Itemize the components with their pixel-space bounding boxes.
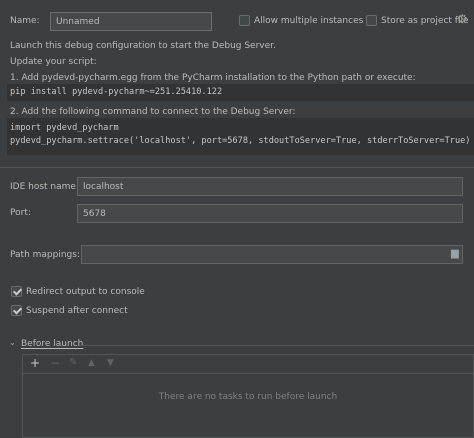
add-icon[interactable]: + [30,357,40,369]
redirect-output-label: Redirect output to console [26,287,145,297]
step2-text: 2. Add the following command to connect … [10,107,296,117]
store-project-checkbox[interactable] [366,15,377,26]
suspend-after-checkbox[interactable] [11,305,22,316]
name-label: Name: [10,16,40,26]
before-launch-toolbar: + − ✎ ▲ ▼ [23,355,473,374]
allow-multiple-checkbox[interactable] [239,15,250,26]
step1-code[interactable]: pip install pydevd-pycharm~=251.25410.12… [10,87,222,97]
path-mappings-input[interactable] [81,245,463,264]
edit-icon[interactable]: ✎ [69,357,77,369]
redirect-output-checkbox[interactable] [11,286,22,297]
step2-code-line2[interactable]: pydevd_pycharm.settrace('localhost', por… [10,136,470,146]
before-launch-label[interactable]: Before launch [21,339,83,349]
divider [0,167,474,168]
suspend-after-label: Suspend after connect [26,306,128,316]
move-down-icon[interactable]: ▼ [107,357,114,369]
step1-code-box: pip install pydevd-pycharm~=251.25410.12… [7,84,474,101]
path-mappings-label: Path mappings: [10,250,80,260]
store-project-label: Store as project file [381,16,469,26]
name-input[interactable]: Unnamed [50,12,212,31]
allow-multiple-label: Allow multiple instances [254,16,364,26]
empty-tasks-text: There are no tasks to run before launch [158,392,338,402]
step1-text: 1. Add pydevd-pycharm.egg from the PyCha… [10,73,416,83]
step2-code-line1[interactable]: import pydevd_pycharm [10,123,119,133]
port-label: Port: [10,208,31,218]
move-up-icon[interactable]: ▲ [88,357,95,369]
folder-icon[interactable]: ▆ [451,248,459,259]
chevron-down-icon[interactable]: ⌄ [9,338,16,347]
remove-icon[interactable]: − [50,357,60,369]
ide-host-label: IDE host name: [10,182,79,192]
port-input[interactable]: 5678 [77,204,463,223]
intro-text-2: Update your script: [10,57,97,67]
ide-host-input[interactable]: localhost [77,177,463,196]
step2-code-box: import pydevd_pycharm pydevd_pycharm.set… [7,118,474,155]
before-launch-divider [80,345,474,346]
intro-text-1: Launch this debug configuration to start… [10,41,276,51]
gear-icon[interactable]: ⚙ [457,12,468,26]
before-launch-panel: + − ✎ ▲ ▼ There are no tasks to run befo… [22,354,474,438]
